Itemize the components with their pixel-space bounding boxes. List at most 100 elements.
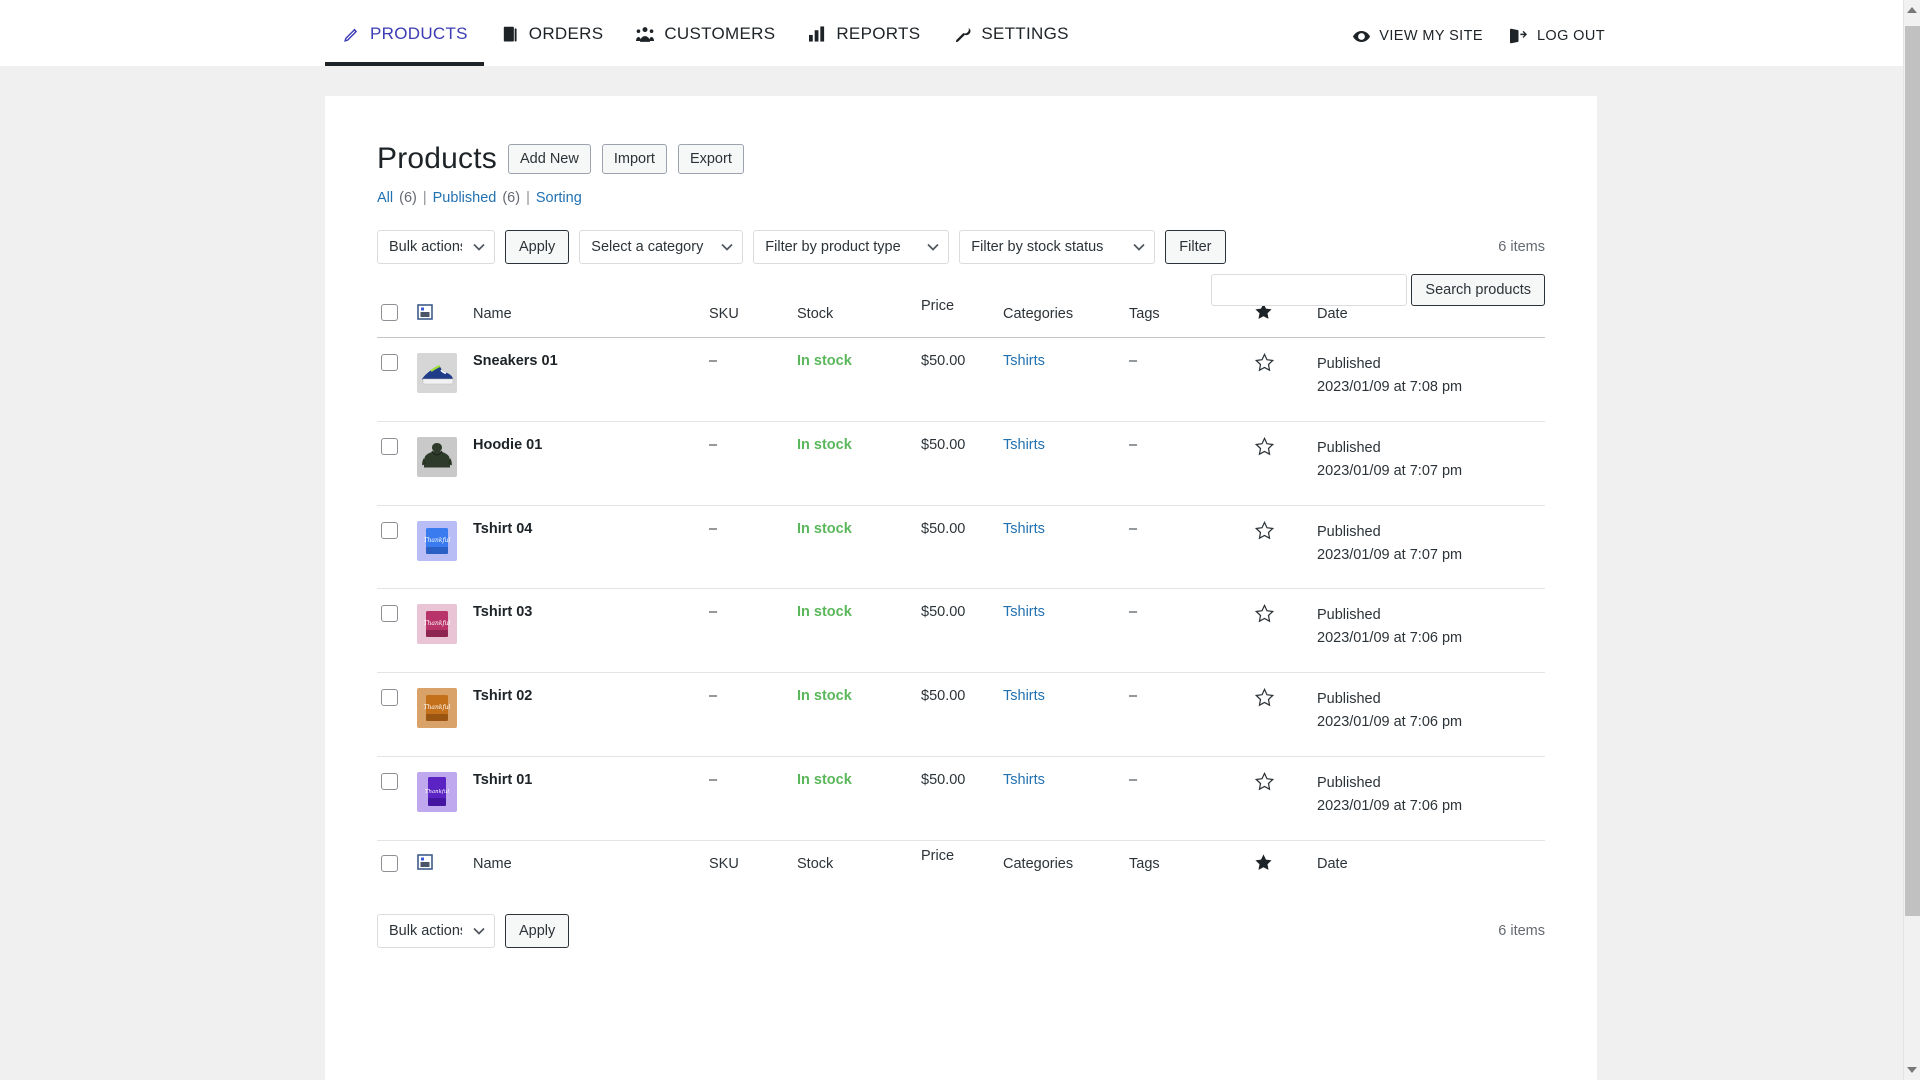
star-outline-icon[interactable]: [1255, 772, 1274, 795]
view-link-all[interactable]: All: [377, 190, 393, 206]
select-all-checkbox-bottom[interactable]: [381, 855, 398, 872]
search-input[interactable]: [1211, 274, 1407, 306]
star-outline-icon[interactable]: [1255, 437, 1274, 460]
footer-sku[interactable]: SKU: [709, 840, 797, 888]
star-filled-icon: [1255, 308, 1272, 324]
row-checkbox[interactable]: [381, 354, 398, 371]
nav-item-products[interactable]: PRODUCTS: [325, 0, 484, 66]
log-out-link[interactable]: LOG OUT: [1509, 26, 1605, 46]
star-outline-icon[interactable]: [1255, 521, 1274, 544]
people-icon: [635, 24, 655, 44]
view-link-published[interactable]: Published: [433, 190, 497, 206]
stock-status-select[interactable]: Filter by stock status: [959, 230, 1155, 264]
header-select-all: [377, 290, 417, 338]
search-products-button[interactable]: Search products: [1411, 274, 1545, 306]
scrollbar-thumb[interactable]: [1905, 26, 1920, 916]
star-outline-icon[interactable]: [1255, 688, 1274, 711]
footer-categories[interactable]: Categories: [1003, 840, 1129, 888]
product-name-link[interactable]: Tshirt 04: [473, 521, 532, 537]
row-categories-cell: Tshirts: [1003, 338, 1129, 422]
view-count-all: (6): [399, 190, 417, 206]
row-categories-cell: Tshirts: [1003, 589, 1129, 673]
row-tags-cell: –: [1129, 757, 1255, 841]
category-link[interactable]: Tshirts: [1003, 353, 1045, 369]
header-stock[interactable]: Stock: [797, 290, 921, 338]
product-thumbnail-sneakers[interactable]: [417, 353, 457, 393]
product-name-link[interactable]: Tshirt 03: [473, 604, 532, 620]
product-name-link[interactable]: Tshirt 01: [473, 772, 532, 788]
header-categories[interactable]: Categories: [1003, 290, 1129, 338]
product-thumbnail-hoodie[interactable]: [417, 437, 457, 477]
import-button[interactable]: Import: [602, 144, 667, 175]
star-outline-icon[interactable]: [1255, 353, 1274, 376]
nav-item-reports[interactable]: REPORTS: [791, 0, 936, 66]
nav-item-orders[interactable]: ORDERS: [484, 0, 620, 66]
footer-stock[interactable]: Stock: [797, 840, 921, 888]
header-price[interactable]: Price: [921, 290, 1003, 338]
scroll-up-arrow-icon[interactable]: [1907, 7, 1917, 13]
footer-name[interactable]: Name: [473, 840, 709, 888]
product-thumbnail-tshirt-pink[interactable]: Thankful: [417, 604, 457, 644]
view-link-sorting[interactable]: Sorting: [536, 190, 582, 206]
footer-featured[interactable]: [1255, 840, 1317, 888]
svg-text:Thankful: Thankful: [424, 620, 451, 627]
page-scrollbar[interactable]: [1903, 0, 1920, 1080]
scroll-down-arrow-icon[interactable]: [1907, 1067, 1917, 1073]
product-name-link[interactable]: Sneakers 01: [473, 353, 558, 369]
category-select[interactable]: Select a category: [579, 230, 743, 264]
date-status: Published: [1317, 688, 1545, 711]
apply-button-bottom[interactable]: Apply: [505, 914, 569, 948]
nav-item-settings[interactable]: SETTINGS: [936, 0, 1084, 66]
product-name-link[interactable]: Hoodie 01: [473, 437, 542, 453]
footer-date[interactable]: Date: [1317, 840, 1545, 888]
export-button[interactable]: Export: [678, 144, 744, 175]
select-all-checkbox-top[interactable]: [381, 304, 398, 321]
table-footer-row: Name SKU Stock Price Categories Tags Dat…: [377, 840, 1545, 888]
star-filled-icon: [1255, 859, 1272, 875]
secondary-nav: VIEW MY SITE LOG OUT: [1351, 26, 1920, 66]
svg-text:Thankful: Thankful: [425, 789, 449, 795]
stock-status-badge: In stock: [797, 353, 852, 369]
pencil-icon: [341, 24, 361, 44]
row-select-cell: [377, 589, 417, 673]
nav-item-customers[interactable]: CUSTOMERS: [619, 0, 791, 66]
header-sku[interactable]: SKU: [709, 290, 797, 338]
star-outline-icon[interactable]: [1255, 604, 1274, 627]
category-link[interactable]: Tshirts: [1003, 521, 1045, 537]
product-thumbnail-tshirt-blue[interactable]: Thankful: [417, 521, 457, 561]
bulk-actions-select-wrap: Bulk actions: [377, 230, 495, 264]
product-thumbnail-tshirt-orange[interactable]: Thankful: [417, 688, 457, 728]
product-type-select[interactable]: Filter by product type: [753, 230, 949, 264]
header-name[interactable]: Name: [473, 290, 709, 338]
row-select-cell: [377, 757, 417, 841]
row-checkbox[interactable]: [381, 522, 398, 539]
category-link[interactable]: Tshirts: [1003, 772, 1045, 788]
category-link[interactable]: Tshirts: [1003, 604, 1045, 620]
row-thumbnail-cell: [417, 421, 473, 505]
row-checkbox[interactable]: [381, 438, 398, 455]
filter-button[interactable]: Filter: [1165, 230, 1225, 264]
add-new-button[interactable]: Add New: [508, 144, 591, 175]
stock-status-badge: In stock: [797, 437, 852, 453]
product-name-link[interactable]: Tshirt 02: [473, 688, 532, 704]
row-checkbox[interactable]: [381, 689, 398, 706]
header-image: [417, 290, 473, 338]
apply-button-top[interactable]: Apply: [505, 230, 569, 264]
row-checkbox[interactable]: [381, 605, 398, 622]
products-table-body: Sneakers 01 – In stock $50.00 Tshirts – …: [377, 338, 1545, 841]
row-select-cell: [377, 673, 417, 757]
bulk-actions-select-bottom[interactable]: Bulk actions: [377, 914, 495, 948]
footer-tags[interactable]: Tags: [1129, 840, 1255, 888]
table-nav-top: Bulk actions Apply Select a category Fil…: [377, 230, 1545, 264]
bulk-actions-select-top[interactable]: Bulk actions: [377, 230, 495, 264]
category-link[interactable]: Tshirts: [1003, 688, 1045, 704]
row-checkbox[interactable]: [381, 773, 398, 790]
row-categories-cell: Tshirts: [1003, 505, 1129, 589]
row-tags-cell: –: [1129, 338, 1255, 422]
table-row: Sneakers 01 – In stock $50.00 Tshirts – …: [377, 338, 1545, 422]
category-link[interactable]: Tshirts: [1003, 437, 1045, 453]
product-thumbnail-tshirt-purple[interactable]: Thankful: [417, 772, 457, 812]
footer-price[interactable]: Price: [921, 840, 1003, 888]
view-my-site-link[interactable]: VIEW MY SITE: [1351, 26, 1483, 46]
row-stock-cell: In stock: [797, 589, 921, 673]
